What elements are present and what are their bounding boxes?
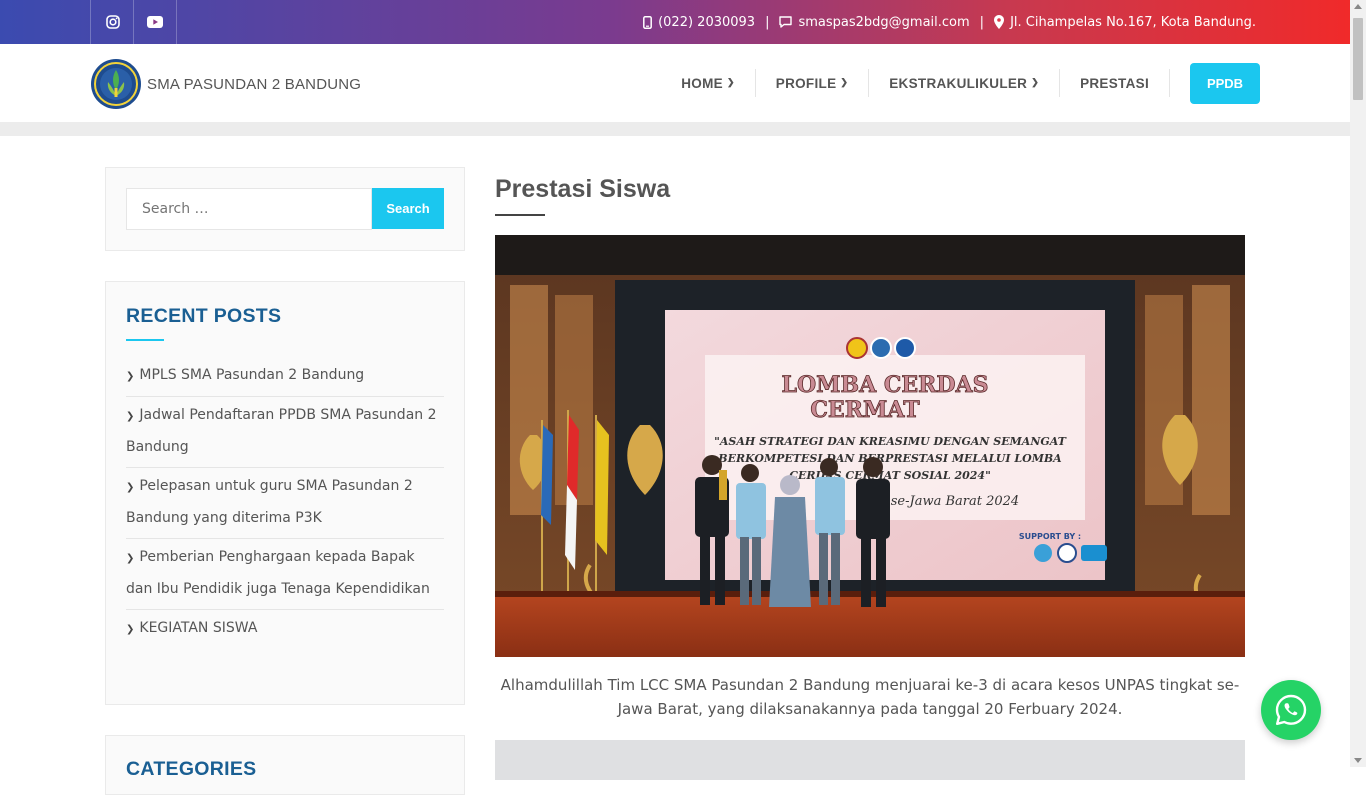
menu-prestasi[interactable]: PRESTASI [1060, 69, 1170, 97]
chevron-right-icon: ❯ [126, 482, 135, 493]
photo-screen-line-1: "ASAH STRATEGI DAN KREASIMU DENGAN SEMAN… [714, 435, 1067, 448]
recent-posts-title: RECENT POSTS [126, 305, 282, 327]
instagram-icon [105, 15, 120, 29]
photo-illustration: LOMBA CERDAS CERMAT "ASAH STRATEGI DAN K… [495, 235, 1245, 657]
photo-screen-title-1: LOMBA CERDAS [782, 372, 989, 398]
search-button[interactable]: Search [372, 188, 444, 229]
list-item[interactable]: ❯ Pelepasan untuk guru SMA Pasundan 2 Ban… [126, 468, 444, 539]
youtube-icon [147, 16, 163, 28]
post-link[interactable]: Jadwal Pendaftaran PPDB SMA Pasundan 2 B… [126, 407, 437, 455]
scrollbar-thumb[interactable] [1353, 18, 1363, 100]
scroll-up-arrow-icon[interactable] [1354, 4, 1362, 9]
header-divider [0, 122, 1350, 136]
categories-widget: CATEGORIES [105, 735, 465, 795]
chevron-right-icon: ❯ [126, 411, 135, 422]
list-item[interactable]: ❯ Jadwal Pendaftaran PPDB SMA Pasundan 2 … [126, 397, 444, 468]
whatsapp-button[interactable] [1261, 680, 1321, 740]
menu-home-label: HOME [681, 75, 723, 91]
main-content: Prestasi Siswa [495, 175, 1245, 216]
main-navbar: SMA PASUNDAN 2 BANDUNG HOME ❯ PROFILE ❯ … [0, 44, 1350, 122]
list-item[interactable]: ❯ KEGIATAN SISWA [126, 610, 444, 649]
photo-screen-line-4: se-Jawa Barat 2024 [891, 494, 1019, 509]
recent-posts-list: ❯ MPLS SMA Pasundan 2 Bandung ❯ Jadwal Pen… [126, 360, 444, 649]
achievement-photo: LOMBA CERDAS CERMAT "ASAH STRATEGI DAN K… [495, 235, 1245, 657]
chevron-down-icon: ❯ [840, 76, 849, 87]
contact-info: (022) 2030093 | smaspas2bdg@gmail.com | … [643, 0, 1256, 44]
photo-support-label: SUPPORT BY : [1019, 532, 1081, 541]
menu-profile-label: PROFILE [775, 75, 837, 91]
whatsapp-icon [1275, 694, 1307, 725]
brand-name[interactable]: SMA PASUNDAN 2 BANDUNG [147, 76, 361, 93]
school-logo[interactable] [90, 58, 142, 110]
scroll-down-arrow-icon[interactable] [1354, 758, 1362, 763]
menu-ekstrakulikuler-label: EKSTRAKULIKULER [889, 75, 1028, 91]
search-input[interactable] [126, 188, 372, 230]
chevron-right-icon: ❯ [126, 624, 135, 635]
separator: | [765, 14, 770, 30]
menu-prestasi-label: PRESTASI [1080, 75, 1149, 91]
second-photo [495, 740, 1245, 780]
separator: | [979, 14, 985, 30]
chevron-right-icon: ❯ [126, 553, 135, 564]
photo-screen-line-2: BERKOMPETESI DAN BERPRESTASI MELALUI LOM… [717, 452, 1062, 465]
title-underline [495, 214, 545, 216]
phone-icon [643, 15, 653, 29]
title-underline [126, 339, 164, 341]
phone-number[interactable]: (022) 2030093 [658, 15, 755, 30]
comment-icon [779, 16, 793, 28]
chevron-down-icon: ❯ [726, 76, 735, 87]
list-item[interactable]: ❯ Pemberian Penghargaan kepada Bapak dan … [126, 539, 444, 610]
menu-ekstrakulikuler[interactable]: EKSTRAKULIKULER ❯ [869, 69, 1061, 97]
page-scrollbar[interactable] [1350, 0, 1366, 767]
list-item[interactable]: ❯ MPLS SMA Pasundan 2 Bandung [126, 360, 444, 397]
chevron-right-icon: ❯ [126, 371, 135, 382]
recent-posts-widget: RECENT POSTS ❯ MPLS SMA Pasundan 2 Bandun… [105, 281, 465, 705]
categories-title: CATEGORIES [126, 758, 257, 780]
search-widget: Search [105, 167, 465, 251]
post-link[interactable]: Pemberian Penghargaan kepada Bapak dan I… [126, 549, 430, 597]
menu-profile[interactable]: PROFILE ❯ [756, 69, 870, 97]
map-marker-icon [994, 15, 1005, 29]
youtube-link[interactable] [133, 0, 177, 44]
ppdb-button[interactable]: PPDB [1190, 62, 1260, 104]
instagram-link[interactable] [90, 0, 134, 44]
post-link[interactable]: KEGIATAN SISWA [139, 620, 257, 636]
page-title: Prestasi Siswa [495, 175, 671, 203]
photo-screen-title-2: CERMAT [810, 397, 920, 423]
chevron-down-icon: ❯ [1031, 76, 1040, 87]
address: Jl. Cihampelas No.167, Kota Bandung. [1010, 14, 1256, 30]
email-address[interactable]: smaspas2bdg@gmail.com [798, 15, 969, 30]
post-link[interactable]: Pelepasan untuk guru SMA Pasundan 2 Band… [126, 478, 413, 526]
photo-caption: Alhamdulillah Tim LCC SMA Pasundan 2 Ban… [500, 676, 1240, 718]
post-link[interactable]: MPLS SMA Pasundan 2 Bandung [139, 367, 364, 383]
top-bar: (022) 2030093 | smaspas2bdg@gmail.com | … [0, 0, 1350, 44]
main-menu: HOME ❯ PROFILE ❯ EKSTRAKULIKULER ❯ PREST… [661, 44, 1350, 122]
menu-home[interactable]: HOME ❯ [661, 69, 756, 97]
